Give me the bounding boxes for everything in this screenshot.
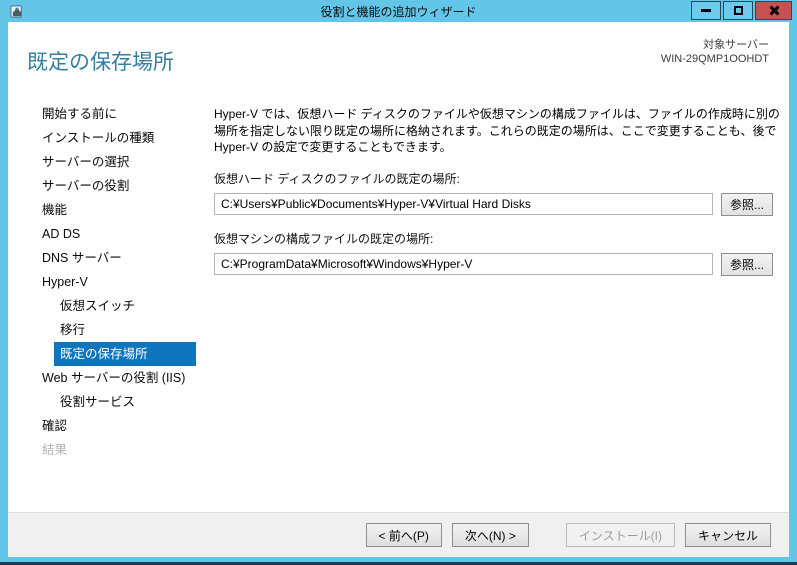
vm-config-browse-button[interactable]: 参照... <box>721 252 773 276</box>
wizard-main: 開始する前に インストールの種類 サーバーの選択 サーバーの役割 機能 AD D… <box>8 100 789 512</box>
maximize-button[interactable] <box>723 1 753 20</box>
wizard-footer: < 前へ(P) 次へ(N) > インストール(I) キャンセル <box>8 512 789 557</box>
cancel-button[interactable]: キャンセル <box>684 523 771 547</box>
minimize-icon <box>701 9 711 12</box>
install-button: インストール(I) <box>565 523 675 547</box>
close-icon <box>768 5 779 16</box>
sidebar-item-before-begin[interactable]: 開始する前に <box>8 102 200 126</box>
wizard-header: 既定の保存場所 対象サーバー WIN-29QMP1OOHDT <box>8 22 789 100</box>
sidebar-item-default-stores[interactable]: 既定の保存場所 <box>54 342 196 366</box>
vhd-location-label: 仮想ハード ディスクのファイルの既定の場所: <box>214 171 460 186</box>
vm-config-location-input[interactable] <box>214 253 713 275</box>
target-server-block: 対象サーバー WIN-29QMP1OOHDT <box>661 38 769 66</box>
sidebar-item-installation-type[interactable]: インストールの種類 <box>8 126 200 150</box>
sidebar-item-dns-server[interactable]: DNS サーバー <box>8 246 200 270</box>
sidebar-item-results: 結果 <box>42 443 68 457</box>
next-button[interactable]: 次へ(N) > <box>451 523 529 547</box>
vm-config-location-row: 参照... <box>214 252 788 276</box>
wizard-window: 役割と機能の追加ウィザード 既定の保存場所 対象サーバー WIN-29QMP1O… <box>0 0 797 565</box>
pane-description: Hyper-V では、仮想ハード ディスクのファイルや仮想マシンの構成ファイルは… <box>214 107 780 154</box>
sidebar-item-features[interactable]: 機能 <box>8 198 200 222</box>
vhd-location-row: 参照... <box>214 192 788 216</box>
sidebar-item-ad-ds[interactable]: AD DS <box>8 222 200 246</box>
sidebar-item-server-roles[interactable]: サーバーの役割 <box>8 174 200 198</box>
vhd-location-input[interactable] <box>214 193 713 215</box>
close-button[interactable] <box>755 1 792 20</box>
previous-button[interactable]: < 前へ(P) <box>365 523 442 547</box>
titlebar: 役割と機能の追加ウィザード <box>0 0 797 22</box>
default-stores-pane: Hyper-V では、仮想ハード ディスクのファイルや仮想マシンの構成ファイルは… <box>200 100 797 512</box>
vm-config-location-label: 仮想マシンの構成ファイルの既定の場所: <box>214 231 434 246</box>
sidebar-item-hyper-v[interactable]: Hyper-V <box>8 270 200 294</box>
target-server-name: WIN-29QMP1OOHDT <box>660 53 769 65</box>
maximize-icon <box>733 6 743 15</box>
vhd-browse-button[interactable]: 参照... <box>721 192 773 216</box>
wizard-body: 既定の保存場所 対象サーバー WIN-29QMP1OOHDT 開始する前に イン… <box>8 22 789 557</box>
window-title: 役割と機能の追加ウィザード <box>320 4 477 19</box>
sidebar-item-virtual-switch[interactable]: 仮想スイッチ <box>8 294 200 318</box>
page-title: 既定の保存場所 <box>27 51 174 74</box>
sidebar-item-server-selection[interactable]: サーバーの選択 <box>8 150 200 174</box>
sidebar-item-migration[interactable]: 移行 <box>8 318 200 342</box>
sidebar-item-role-services[interactable]: 役割サービス <box>8 390 200 414</box>
minimize-button[interactable] <box>691 1 721 20</box>
sidebar-item-web-server-iis[interactable]: Web サーバーの役割 (IIS) <box>8 366 200 390</box>
wizard-steps-sidebar: 開始する前に インストールの種類 サーバーの選択 サーバーの役割 機能 AD D… <box>8 100 200 512</box>
target-server-label: 対象サーバー <box>703 39 769 51</box>
sidebar-item-confirmation[interactable]: 確認 <box>8 414 200 438</box>
